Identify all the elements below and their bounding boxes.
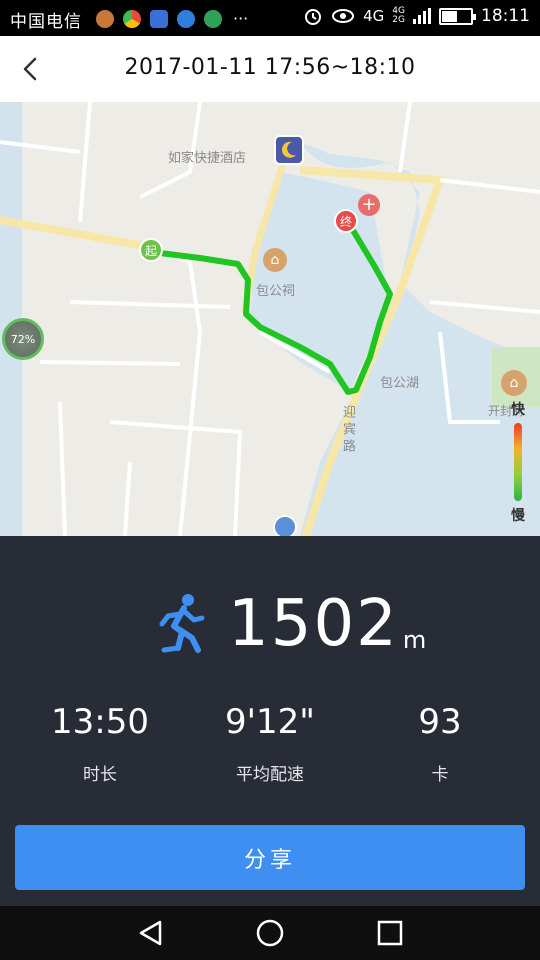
start-marker-label: 起 [144,243,157,258]
hotel-moon-icon[interactable] [274,135,304,165]
distance-value: 1502 [228,587,399,661]
calories-value: 93 [418,702,462,742]
carrier-name: 中国电信 [10,12,82,32]
nav-recents-icon[interactable] [375,918,405,948]
run-time-title: 2017-01-11 17:56~18:10 [124,55,416,80]
checkmark-app-icon [177,9,195,28]
share-button-label: 分享 [243,847,296,873]
hospital-icon: + [358,194,380,216]
calories-stat: 93 卡 [360,702,520,785]
battery-badge: 72% [2,318,44,360]
more-notifications-icon: ··· [233,9,249,28]
pace-stat: 9'12" 平均配速 [190,702,350,785]
nav-home-icon[interactable] [255,918,285,948]
battery-badge-text: 72% [10,332,36,346]
running-person-icon [159,594,205,653]
notification-icons: ··· [96,9,248,28]
duration-label: 时长 [83,765,117,785]
network-type: 4G [363,7,385,25]
network-stack: 4G 2G [392,7,405,25]
bus-stop-icon [273,515,297,536]
speed-slow-label: 慢 [511,508,525,524]
gate-icon: ⌂ [501,370,527,396]
system-nav-bar [0,906,540,960]
duration-value: 13:50 [51,702,149,742]
shrine-label: 包公祠 [256,284,296,299]
clock: 18:11 [481,6,530,26]
calories-label: 卡 [431,765,449,785]
speed-gradient-bar [514,423,522,501]
speed-fast-label: 快 [511,402,525,418]
nav-back-icon[interactable] [136,918,166,948]
start-marker[interactable]: 起 [139,238,163,262]
route-map[interactable]: 起 终 + ⌂ ⌂ 如家快捷酒店 包公祠 包公湖 迎宾路 开封府 72% 快 慢 [0,102,540,536]
shield-app-icon [150,9,168,28]
pace-label: 平均配速 [236,765,304,785]
battery-icon [439,7,476,25]
lake-label: 包公湖 [380,376,420,391]
duration-stat: 13:50 时长 [20,702,180,785]
end-marker[interactable]: 终 [334,209,358,233]
signal-icon [413,8,431,24]
hotel-label: 如家快捷酒店 [168,151,247,166]
tree-app-icon [204,9,222,28]
browser-app-icon [123,9,141,28]
road-label: 迎宾路 [340,405,355,456]
speed-legend: 快 慢 [503,399,533,525]
eye-icon [332,9,355,23]
pace-value: 9'12" [225,702,315,742]
share-button[interactable]: 分享 [15,825,525,890]
network-bottom: 2G [392,15,405,25]
basketball-app-icon [96,9,114,28]
distance-display: 1502 m [156,592,426,656]
end-marker-label: 终 [339,214,352,229]
status-bar: 中国电信 ··· 4G 4G 2G 18:11 [0,0,540,36]
temple-icon: ⌂ [263,248,287,272]
stats-panel: 1502 m 13:50 时长 9'12" 平均配速 93 卡 分享 [0,536,540,906]
alarm-icon [305,9,322,25]
map-canvas [0,102,540,536]
app-header: 2017-01-11 17:56~18:10 [0,36,540,102]
road-west [0,216,151,251]
status-right: 4G 4G 2G 18:11 [303,6,530,26]
distance-unit: m [402,626,427,654]
